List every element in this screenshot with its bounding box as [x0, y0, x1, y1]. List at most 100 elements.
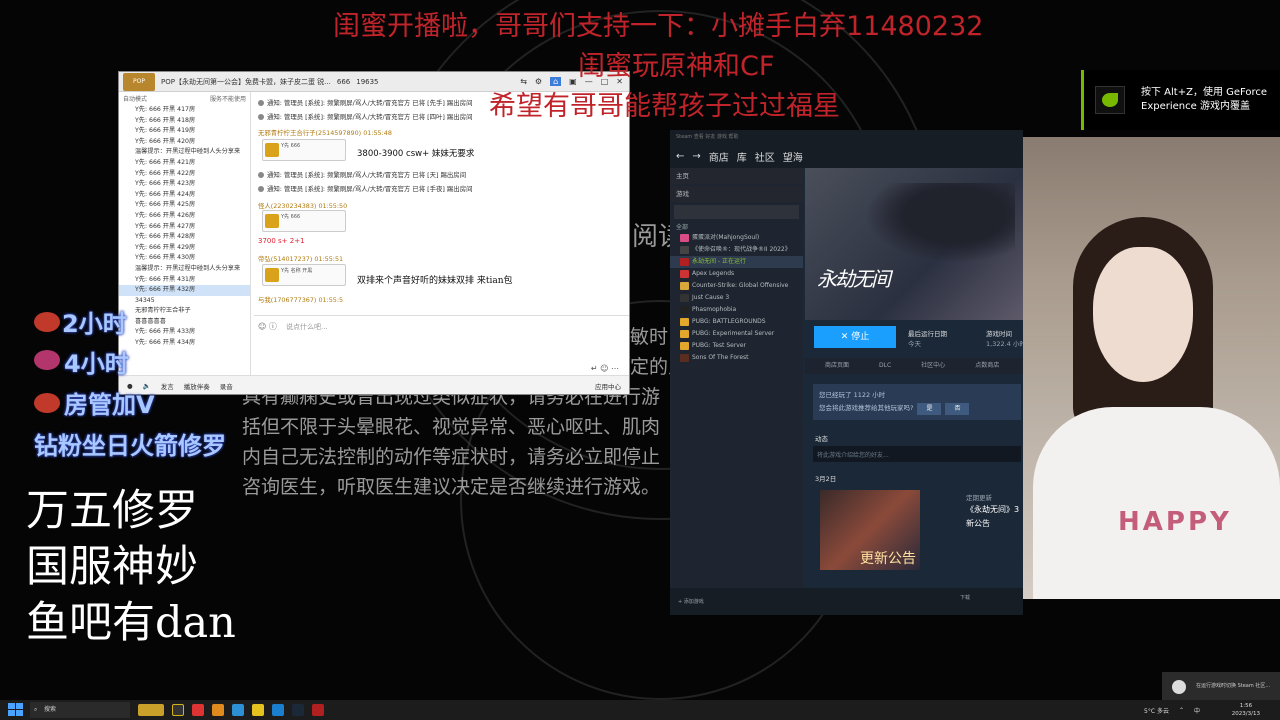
back-icon[interactable]: ← [676, 151, 684, 162]
channel-list-item[interactable]: 温馨提示：开黑过程中碰到人头分享来 [119, 264, 250, 275]
game-icon [680, 282, 689, 290]
stop-button[interactable]: ✕ 停止 [814, 326, 896, 348]
overlay-line-3: 希望有哥哥能帮孩子过过福星 [489, 91, 840, 122]
channel-list-item[interactable]: Y先: 666 开黑 426房 [119, 211, 250, 222]
notice-line: 咨询医生，听取医生建议决定是否继续进行游戏。 [242, 476, 661, 498]
activity-input[interactable]: 将此游戏介绍给您的好友... [813, 446, 1021, 462]
game-title: PUBG: Test Server [692, 342, 746, 349]
library-game-item[interactable]: PUBG: Test Server [670, 340, 803, 352]
input-area[interactable]: ☺ ⓘ 说点什么吧... ↵ ☺ ⋯ [254, 315, 629, 375]
steam-window[interactable]: Steam 查看 好友 游戏 帮助 ← → 商店 库 社区 望海 主页 游戏 全部… [670, 130, 1023, 615]
yes-button[interactable]: 是 [917, 403, 942, 415]
message-input[interactable]: 说点什么吧... [286, 322, 328, 332]
steam-menu[interactable]: Steam 查看 好友 游戏 帮助 [670, 130, 1023, 144]
ime-indicator[interactable]: 中 [1194, 706, 1200, 715]
game-taskbar-icon[interactable] [312, 704, 324, 716]
download-status[interactable]: 下载 [960, 594, 970, 601]
library-game-item[interactable]: Apex Legends [670, 268, 803, 280]
channel-list-item[interactable]: 34345 [119, 296, 250, 307]
home-link[interactable]: 主页 [670, 168, 803, 184]
app-icon[interactable] [272, 704, 284, 716]
user-card[interactable]: Y先 名称 开黑 [262, 264, 346, 286]
tray-arrow-icon[interactable]: ⌃ [1179, 707, 1184, 714]
library-game-item[interactable]: 《使命召唤®：现代战争®II 2022》 [670, 244, 803, 256]
app-icon[interactable] [252, 704, 264, 716]
forward-icon[interactable]: → [692, 151, 700, 162]
channel-list-item[interactable]: 无邪青柠柠王合非子 [119, 306, 250, 317]
tab-dlc[interactable]: DLC [879, 358, 891, 374]
library-game-item[interactable]: Sons Of The Forest [670, 352, 803, 364]
tab-store[interactable]: 商店页面 [825, 358, 849, 374]
channel-list-item[interactable]: Y先: 666 开黑 419房 [119, 126, 250, 137]
nav-community[interactable]: 社区 [755, 149, 775, 164]
weather-widget[interactable]: 5°C 多云 [1144, 706, 1169, 715]
taskbar-search[interactable]: ⌕ 搜索 [30, 702, 130, 718]
news-image[interactable]: 更新公告 [820, 490, 920, 570]
message-author[interactable]: 帝弘(514017237) 01:55:51 [258, 255, 343, 263]
app-icon[interactable] [212, 704, 224, 716]
steam-taskbar-icon[interactable] [292, 704, 304, 716]
tab-points[interactable]: 点数商店 [975, 358, 999, 374]
channel-list-item[interactable]: Y先: 666 开黑 421房 [119, 158, 250, 169]
music-button[interactable]: 播放伴奏 [184, 381, 210, 391]
record-button[interactable]: 录音 [220, 381, 233, 391]
message-area[interactable]: 通知: 管理员 [系统]: 频繁刷屏/骂人/大转/冒充官方 已将 [先手] 踢出… [254, 92, 629, 324]
no-button[interactable]: 否 [945, 403, 970, 415]
windows-start-icon[interactable] [8, 703, 24, 717]
nav-store[interactable]: 商店 [709, 149, 729, 164]
all-games-label[interactable]: 全部 [670, 222, 803, 232]
overlay-line-2: 闺蜜玩原神和CF [578, 51, 775, 82]
geforce-notification[interactable]: 按下 Alt+Z，使用 GeForce Experience 游戏内覆盖 [1081, 70, 1280, 130]
app-center-button[interactable]: 应用中心 [595, 381, 629, 391]
steam-toast[interactable]: 在运行游戏时切换 Steam 社区... [1162, 672, 1280, 700]
app-icon[interactable] [172, 704, 184, 716]
library-game-item[interactable]: Counter-Strike: Global Offensive [670, 280, 803, 292]
nav-user[interactable]: 望海 [783, 149, 803, 164]
channel-list-item[interactable]: 温馨提示：开黑过程中碰到人头分享来 [119, 147, 250, 158]
library-game-item[interactable]: PUBG: Experimental Server [670, 328, 803, 340]
channel-list-item[interactable]: Y先: 666 开黑 433房 [119, 327, 250, 338]
news-title[interactable]: 《永劫无间》3 [966, 504, 1019, 515]
games-filter[interactable]: 游戏 [670, 186, 803, 202]
user-card[interactable]: Y先 666 [262, 139, 346, 161]
channel-list-item[interactable]: Y先: 666 开黑 432房 [119, 285, 250, 296]
emoji-icon[interactable]: ☺ ⓘ [258, 321, 277, 332]
home-icon [265, 214, 279, 228]
edge-icon[interactable] [232, 704, 244, 716]
message-author[interactable]: 与我(1706777367) 01:55:5 [258, 296, 343, 304]
app-icon[interactable] [192, 704, 204, 716]
library-game-item[interactable]: 永劫无间 - 正在运行 [670, 256, 803, 268]
channel-list-item[interactable]: Y先: 666 开黑 430房 [119, 253, 250, 264]
library-game-item[interactable]: PUBG: BATTLEGROUNDS [670, 316, 803, 328]
message-author[interactable]: 怪人(2230234383) 01:55:50 [258, 202, 347, 210]
speak-button[interactable]: 发言 [161, 381, 174, 391]
channel-list-item[interactable]: Y先: 666 开黑 425房 [119, 200, 250, 211]
channel-list-item[interactable]: 喜喜喜喜喜 [119, 317, 250, 328]
channel-list-item[interactable]: Y先: 666 开黑 424房 [119, 190, 250, 201]
news-subtitle[interactable]: 新公告 [966, 518, 990, 529]
nav-library[interactable]: 库 [737, 149, 747, 164]
channel-list-item[interactable]: Y先: 666 开黑 418房 [119, 116, 250, 127]
add-game-button[interactable]: + 添加游戏 [678, 598, 704, 605]
channel-list-item[interactable]: Y先: 666 开黑 423房 [119, 179, 250, 190]
channel-list-item[interactable]: Y先: 666 开黑 429房 [119, 243, 250, 254]
channel-list-item[interactable]: Y先: 666 开黑 431房 [119, 275, 250, 286]
list-mode[interactable]: 自动模式 [123, 94, 147, 103]
channel-list[interactable]: 自动模式 服务不能使用 Y先: 666 开黑 417房 Y先: 666 开黑 418… [119, 92, 251, 375]
channel-list-item[interactable]: Y先: 666 开黑 420房 [119, 137, 250, 148]
channel-list-item[interactable]: Y先: 666 开黑 422房 [119, 169, 250, 180]
clock[interactable]: 1:56 2023/3/13 [1232, 702, 1260, 718]
library-game-item[interactable]: Just Cause 3 [670, 292, 803, 304]
channel-list-item[interactable]: Y先: 666 开黑 417房 [119, 105, 250, 116]
app-icon[interactable] [138, 704, 164, 716]
user-card[interactable]: Y先 666 [262, 210, 346, 232]
library-game-item[interactable]: Phasmophobia [670, 304, 803, 316]
channel-list-item[interactable]: Y先: 666 开黑 434房 [119, 338, 250, 349]
library-game-item[interactable]: 蛋蛋派对(MahjongSoul) [670, 232, 803, 244]
tab-community[interactable]: 社区中心 [921, 358, 945, 374]
send-icon[interactable]: ↵ ☺ ⋯ [591, 364, 619, 373]
channel-list-item[interactable]: Y先: 666 开黑 428房 [119, 232, 250, 243]
channel-list-item[interactable]: Y先: 666 开黑 427房 [119, 222, 250, 233]
search-input[interactable] [674, 205, 799, 219]
message-author[interactable]: 无邪青柠柠王合行子(2514597890) 01:55:48 [258, 129, 392, 137]
